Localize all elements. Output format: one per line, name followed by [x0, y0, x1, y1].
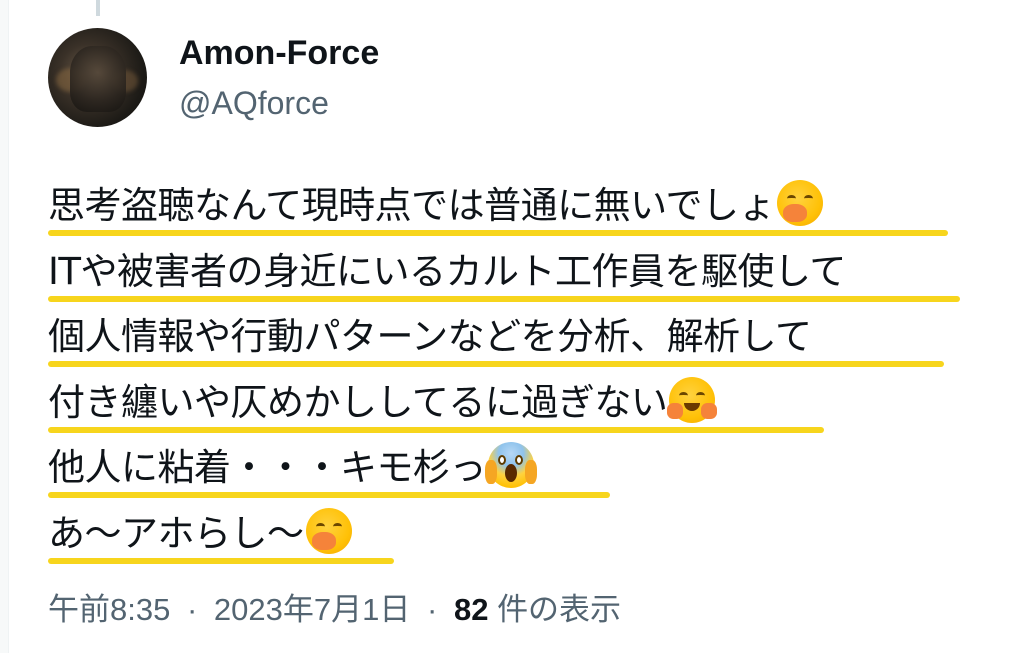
- meta-separator: ·: [427, 592, 438, 627]
- tweet-line: 思考盗聴なんて現時点では普通に無いでしょ: [48, 178, 988, 244]
- tweet-line-text: 付き纏いや仄めかししてるに過ぎない: [48, 380, 668, 424]
- yawning-face-icon: [305, 507, 352, 554]
- thread-connector-line: [96, 0, 100, 16]
- meta-separator: ·: [186, 592, 198, 627]
- tweet-line: 個人情報や行動パターンなどを分析、解析して: [48, 309, 988, 375]
- screaming-face-icon: [485, 442, 537, 488]
- tweet-metadata: 午前8:35 · 2023年7月1日 · 82 件の表示: [48, 588, 621, 632]
- tweet-line: 付き纏いや仄めかししてるに過ぎない: [48, 375, 988, 441]
- highlight-underline: [48, 492, 610, 498]
- author-handle[interactable]: @AQforce: [179, 81, 379, 125]
- views-label[interactable]: 件の表示: [497, 592, 621, 627]
- tweet-time[interactable]: 午前8:35: [48, 592, 170, 627]
- tweet-text: 思考盗聴なんて現時点では普通に無いでしょ ITや被害者の身近にいるカルト工作員を…: [48, 178, 988, 571]
- left-border: [0, 0, 9, 653]
- author-names: Amon-Force @AQforce: [179, 31, 379, 125]
- tweet-line-text: 他人に粘着・・・キモ杉っ: [48, 446, 487, 489]
- highlight-underline: [48, 230, 948, 236]
- tweet-header: Amon-Force @AQforce: [48, 28, 379, 127]
- hugging-face-icon: [667, 376, 718, 423]
- tweet-line-text: 思考盗聴なんて現時点では普通に無いでしょ: [48, 184, 776, 227]
- highlight-underline: [48, 557, 394, 564]
- avatar[interactable]: [48, 28, 147, 127]
- highlight-underline: [48, 295, 960, 302]
- highlight-underline: [48, 426, 824, 433]
- tweet-line-text: あ〜アホらし〜: [48, 511, 304, 555]
- avatar-figure: [70, 46, 126, 112]
- tweet-date[interactable]: 2023年7月1日: [214, 592, 410, 627]
- tweet-line: 他人に粘着・・・キモ杉っ: [48, 440, 988, 506]
- tweet-line-text: 個人情報や行動パターンなどを分析、解析して: [48, 315, 812, 358]
- tweet-line-text: ITや被害者の身近にいるカルト工作員を駆使して: [48, 249, 846, 293]
- views-count[interactable]: 82: [454, 592, 488, 627]
- author-display-name[interactable]: Amon-Force: [179, 31, 379, 75]
- tweet-line: ITや被害者の身近にいるカルト工作員を駆使して: [48, 244, 988, 310]
- tweet-line: あ〜アホらし〜: [48, 506, 988, 572]
- highlight-underline: [48, 361, 944, 367]
- yawning-face-icon: [777, 180, 824, 226]
